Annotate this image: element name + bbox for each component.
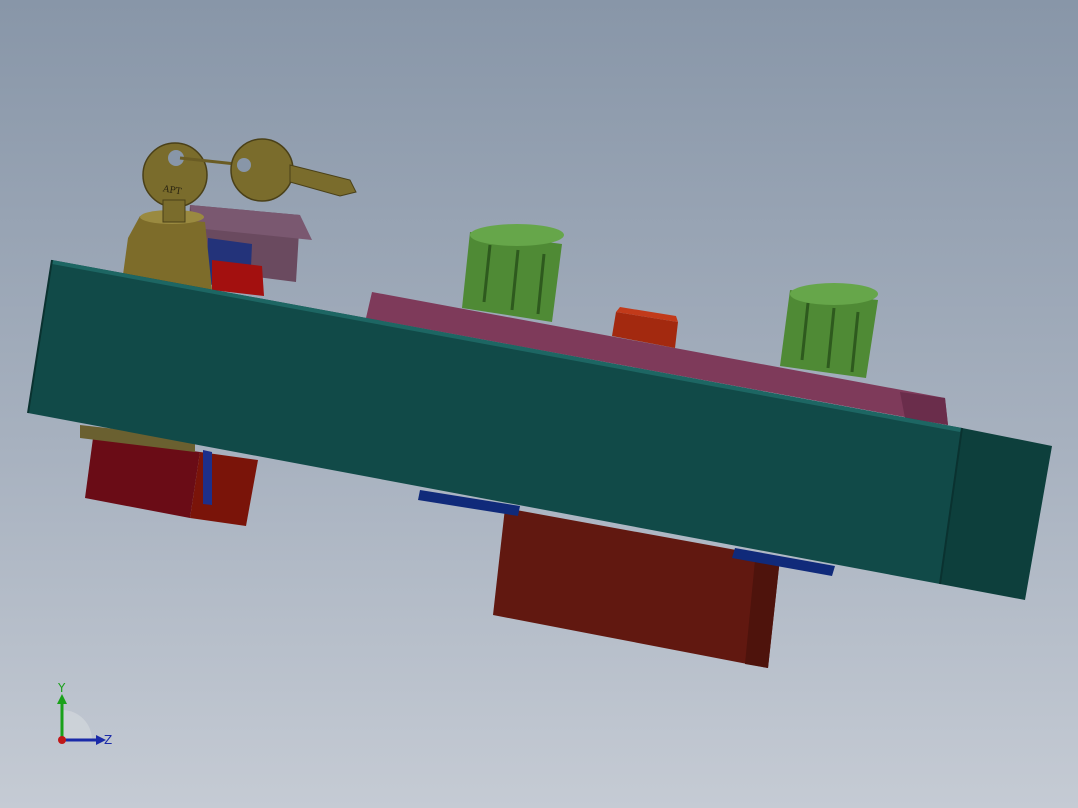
selector-knob-1[interactable] (462, 224, 564, 322)
y-axis-label: Y (57, 681, 66, 695)
coordinate-triad: Y Z (57, 681, 112, 747)
selector-knob-2[interactable] (780, 283, 878, 378)
z-axis-label: Z (104, 733, 112, 747)
3d-viewport[interactable]: APT Y Z (0, 0, 1078, 808)
origin-point (58, 736, 66, 744)
cad-model-scene[interactable]: APT (0, 0, 1078, 808)
